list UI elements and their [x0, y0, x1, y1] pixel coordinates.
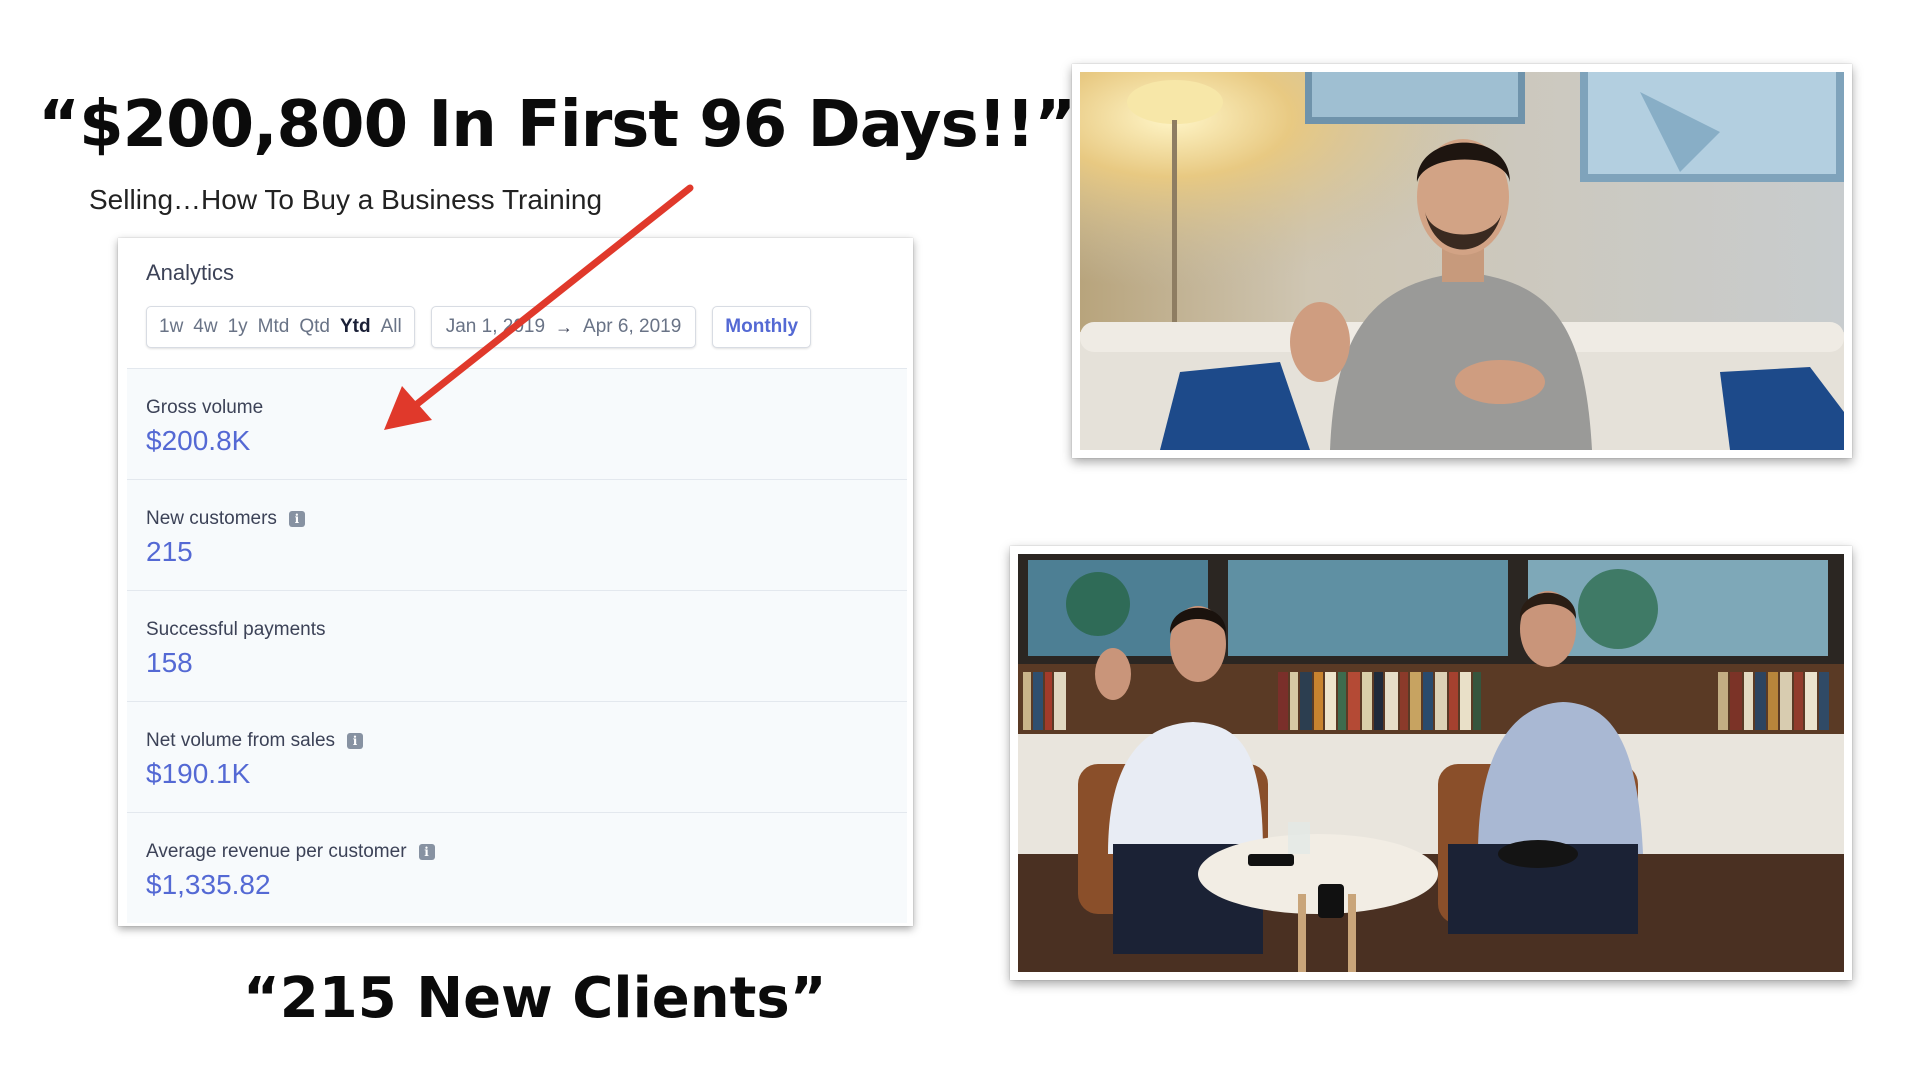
analytics-filters: 1w 4w 1y Mtd Qtd Ytd All Jan 1, 2019 → A… [146, 306, 812, 348]
range-option-all[interactable]: All [381, 316, 402, 338]
metric-value: $200.8K [146, 425, 251, 456]
range-selector: 1w 4w 1y Mtd Qtd Ytd All [146, 306, 415, 348]
headline: “$200,800 In First 96 Days!!” [38, 88, 1076, 162]
presenter-image [1080, 72, 1844, 450]
date-start: Jan 1, 2019 [445, 316, 546, 337]
subline: Selling…How To Buy a Business Training [89, 184, 603, 215]
metric-value: 158 [146, 647, 193, 678]
arrow-right-icon: → [555, 316, 574, 337]
date-end: Apr 6, 2019 [583, 316, 682, 337]
metric-label: Average revenue per customer [146, 841, 407, 862]
metric-label: Successful payments [146, 619, 326, 640]
info-icon[interactable]: i [418, 844, 435, 860]
range-option-qtd[interactable]: Qtd [299, 316, 330, 338]
metric-gross-volume[interactable]: Gross volume $200.8K [127, 368, 907, 479]
metric-new-customers[interactable]: New customers i 215 [127, 479, 907, 590]
metric-label: New customers [146, 508, 277, 529]
info-icon[interactable]: i [347, 733, 364, 749]
range-option-4w[interactable]: 4w [193, 316, 217, 338]
presenter-photo [1072, 64, 1852, 458]
analytics-title: Analytics [146, 260, 235, 285]
interview-photo [1010, 546, 1852, 980]
analytics-card: Analytics 1w 4w 1y Mtd Qtd Ytd All Jan 1… [118, 238, 913, 926]
info-icon[interactable]: i [288, 511, 305, 527]
metrics-list: Gross volume $200.8K New customers i 215… [127, 368, 907, 923]
metric-successful-payments[interactable]: Successful payments 158 [127, 590, 907, 701]
metric-value: $1,335.82 [146, 869, 271, 900]
interview-image [1018, 554, 1844, 972]
range-option-1y[interactable]: 1y [228, 316, 248, 338]
metric-label: Gross volume [146, 397, 264, 418]
interval-button[interactable]: Monthly [712, 306, 812, 348]
footer-quote: “215 New Clients” [243, 966, 827, 1031]
metric-net-volume[interactable]: Net volume from sales i $190.1K [127, 701, 907, 812]
range-option-1w[interactable]: 1w [159, 316, 183, 338]
range-option-ytd[interactable]: Ytd [340, 316, 371, 338]
metric-value: $190.1K [146, 758, 251, 789]
date-range-picker[interactable]: Jan 1, 2019 → Apr 6, 2019 [430, 306, 697, 348]
range-option-mtd[interactable]: Mtd [258, 316, 290, 338]
metric-average-revenue[interactable]: Average revenue per customer i $1,335.82 [127, 812, 907, 923]
metric-value: 215 [146, 536, 193, 567]
metric-label: Net volume from sales [146, 730, 336, 751]
